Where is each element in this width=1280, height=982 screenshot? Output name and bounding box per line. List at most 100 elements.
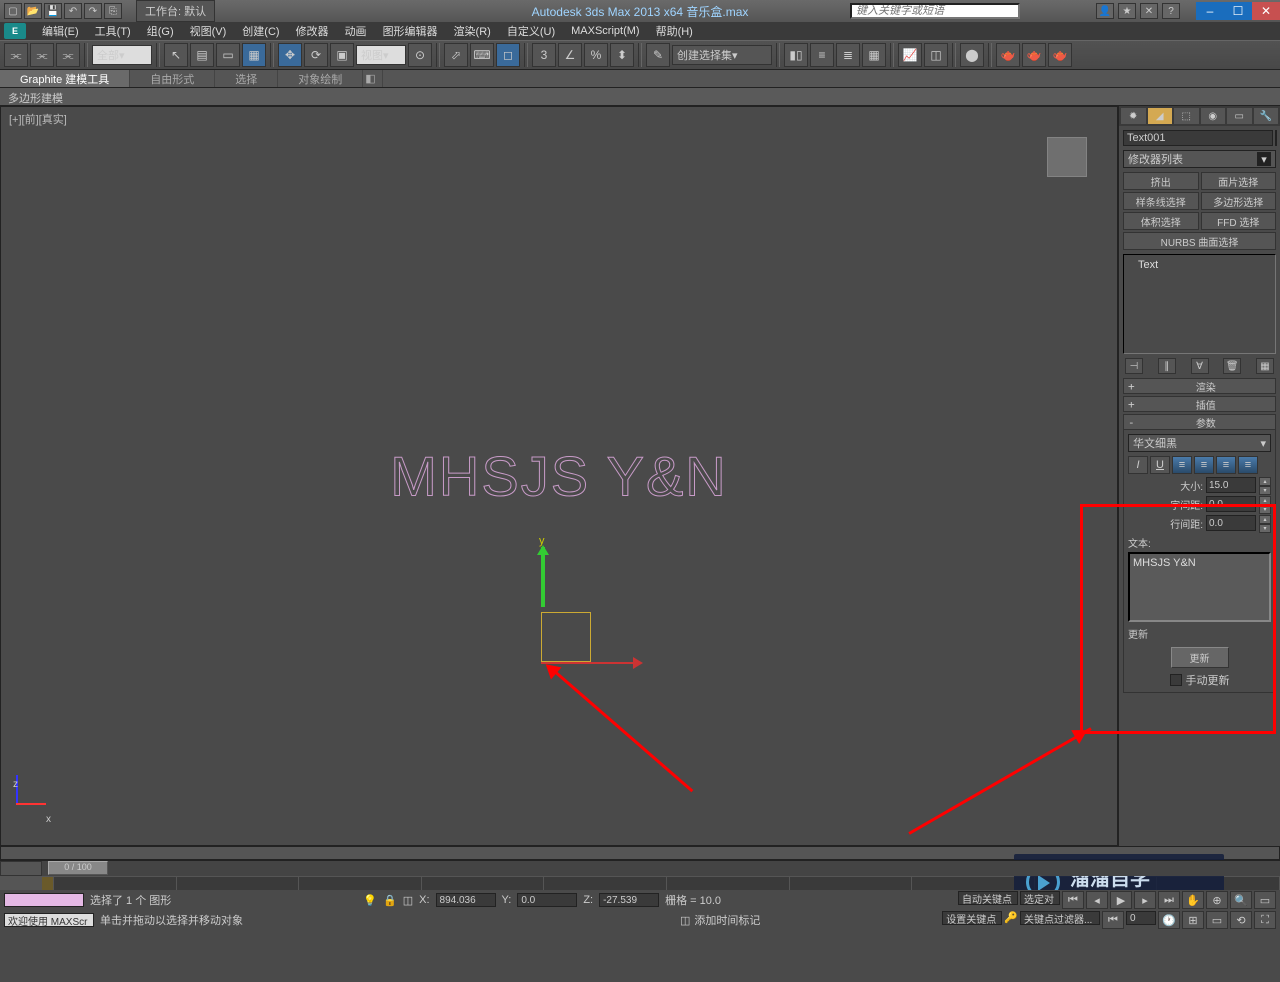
nav-orbit-icon[interactable]: ⟲ bbox=[1230, 911, 1252, 929]
modify-tab-icon[interactable]: ◢ bbox=[1148, 108, 1173, 124]
nav-zoom-ext-icon[interactable]: ⊞ bbox=[1182, 911, 1204, 929]
font-dropdown[interactable]: 华文细黑▾ bbox=[1128, 434, 1271, 452]
auto-key-button[interactable]: 自动关键点 bbox=[958, 891, 1018, 905]
rotate-tool-icon[interactable]: ⟳ bbox=[304, 43, 328, 67]
link-icon[interactable]: ⎘ bbox=[104, 3, 122, 19]
object-name-input[interactable] bbox=[1123, 130, 1273, 146]
next-frame-icon[interactable]: ▸ bbox=[1134, 891, 1156, 909]
menu-animation[interactable]: 动画 bbox=[337, 21, 375, 41]
menu-edit[interactable]: 编辑(E) bbox=[34, 21, 87, 41]
material-editor-icon[interactable]: ⬤ bbox=[960, 43, 984, 67]
prev-frame-icon[interactable]: ◂ bbox=[1086, 891, 1108, 909]
stack-item-text[interactable]: Text bbox=[1124, 255, 1275, 275]
redo-icon[interactable]: ↷ bbox=[84, 3, 102, 19]
key-filter-button[interactable]: 关键点过滤器... bbox=[1020, 911, 1100, 925]
schematic-icon[interactable]: ◫ bbox=[924, 43, 948, 67]
set-key-button[interactable]: 设置关键点 bbox=[942, 911, 1002, 925]
menu-maxscript[interactable]: MAXScript(M) bbox=[563, 23, 647, 39]
leading-spinner[interactable]: ▴▾ bbox=[1259, 515, 1271, 531]
help-icon[interactable]: ? bbox=[1162, 3, 1180, 19]
menu-modifiers[interactable]: 修改器 bbox=[288, 21, 337, 41]
nav-arc-icon[interactable]: ⊕ bbox=[1206, 891, 1228, 909]
manual-update-checkbox[interactable] bbox=[1170, 674, 1182, 686]
align-left-button[interactable]: ≡ bbox=[1172, 456, 1192, 474]
menu-views[interactable]: 视图(V) bbox=[182, 21, 235, 41]
viewport-front[interactable]: [+][前][真实] MHSJS Y&N y z x bbox=[0, 106, 1118, 846]
lock-sel-icon[interactable]: 🔒 bbox=[383, 894, 397, 907]
snap-toggle-icon[interactable]: ◻ bbox=[496, 43, 520, 67]
leading-input[interactable]: 0.0 bbox=[1206, 515, 1256, 531]
open-icon[interactable]: 📂 bbox=[24, 3, 42, 19]
size-spinner[interactable]: ▴▾ bbox=[1259, 477, 1271, 493]
kerning-input[interactable]: 0.0 bbox=[1206, 496, 1256, 512]
nav-max-icon[interactable]: ⛶ bbox=[1254, 911, 1276, 929]
selection-filter[interactable]: 全部▾ bbox=[92, 45, 152, 65]
render-setup-icon[interactable]: 🫖 bbox=[996, 43, 1020, 67]
italic-button[interactable]: I bbox=[1128, 456, 1148, 474]
search-input[interactable] bbox=[850, 3, 1020, 19]
key-mode-icon[interactable]: 🔑 bbox=[1004, 911, 1018, 929]
size-input[interactable]: 15.0 bbox=[1206, 477, 1256, 493]
time-config-icon[interactable]: 🕐 bbox=[1158, 911, 1180, 929]
select-tool-icon[interactable]: ↖ bbox=[164, 43, 188, 67]
goto-start-icon[interactable]: ⏮ bbox=[1062, 891, 1084, 909]
save-icon[interactable]: 💾 bbox=[44, 3, 62, 19]
menu-group[interactable]: 组(G) bbox=[139, 21, 182, 41]
graphite-icon[interactable]: ▦ bbox=[862, 43, 886, 67]
mod-spline-select[interactable]: 样条线选择 bbox=[1123, 192, 1199, 210]
display-tab-icon[interactable]: ▭ bbox=[1227, 108, 1252, 124]
menu-render[interactable]: 渲染(R) bbox=[446, 21, 499, 41]
named-sel-icon[interactable]: ✎ bbox=[646, 43, 670, 67]
time-slider-start[interactable] bbox=[0, 861, 42, 876]
update-button[interactable]: 更新 bbox=[1171, 647, 1229, 668]
signin-icon[interactable]: 👤 bbox=[1096, 3, 1114, 19]
modifier-stack[interactable]: Text bbox=[1123, 254, 1276, 354]
isolate-icon[interactable]: ◫ bbox=[680, 914, 690, 927]
window-crossing-icon[interactable]: ▦ bbox=[242, 43, 266, 67]
time-tag-button[interactable]: 添加时间标记 bbox=[694, 912, 760, 928]
pivot-icon[interactable]: ⊙ bbox=[408, 43, 432, 67]
gizmo-y-axis[interactable] bbox=[541, 547, 545, 607]
select-region-icon[interactable]: ▭ bbox=[216, 43, 240, 67]
unlink-tool-icon[interactable]: ⫘ bbox=[30, 43, 54, 67]
mod-nurbs[interactable]: NURBS 曲面选择 bbox=[1123, 232, 1276, 250]
mirror-icon[interactable]: ▮▯ bbox=[784, 43, 808, 67]
nav-region-icon[interactable]: ▭ bbox=[1206, 911, 1228, 929]
modifier-list-dropdown[interactable]: 修改器列表 ▾ bbox=[1123, 150, 1276, 168]
exchange-icon[interactable]: ✕ bbox=[1140, 3, 1158, 19]
ribbon-expand-icon[interactable]: ◧ bbox=[363, 70, 383, 87]
rollout-interp-header[interactable]: +插值 bbox=[1123, 396, 1276, 412]
remove-mod-icon[interactable]: 🗑 bbox=[1223, 358, 1241, 374]
dropdown-arrow-icon[interactable]: ▾ bbox=[1257, 152, 1271, 166]
workspace-selector[interactable]: 工作台: 默认 bbox=[136, 0, 215, 22]
script-listener[interactable] bbox=[4, 893, 84, 907]
menu-create[interactable]: 创建(C) bbox=[234, 21, 287, 41]
mod-poly-select[interactable]: 多边形选择 bbox=[1201, 192, 1277, 210]
goto-end-icon[interactable]: ⏭ bbox=[1158, 891, 1180, 909]
ref-coord-dropdown[interactable]: 视图▾ bbox=[356, 45, 406, 65]
minimize-button[interactable]: – bbox=[1196, 2, 1224, 20]
align-justify-button[interactable]: ≡ bbox=[1238, 456, 1258, 474]
move-tool-icon[interactable]: ✥ bbox=[278, 43, 302, 67]
spinner-snap-icon[interactable]: ⬍ bbox=[610, 43, 634, 67]
manipulate-icon[interactable]: ⬀ bbox=[444, 43, 468, 67]
ribbon-tab-selection[interactable]: 选择 bbox=[215, 70, 278, 87]
create-tab-icon[interactable]: ✹ bbox=[1121, 108, 1146, 124]
hierarchy-tab-icon[interactable]: ⬚ bbox=[1174, 108, 1199, 124]
time-slider-thumb[interactable]: 0 / 100 bbox=[48, 861, 108, 875]
motion-tab-icon[interactable]: ◉ bbox=[1201, 108, 1226, 124]
show-end-icon[interactable]: ∥ bbox=[1158, 358, 1176, 374]
percent-snap-icon[interactable]: % bbox=[584, 43, 608, 67]
unique-icon[interactable]: ∀ bbox=[1191, 358, 1209, 374]
menu-custom[interactable]: 自定义(U) bbox=[499, 21, 563, 41]
menu-graph[interactable]: 图形编辑器 bbox=[375, 21, 446, 41]
object-color-swatch[interactable] bbox=[1275, 130, 1277, 146]
mod-patch-select[interactable]: 面片选择 bbox=[1201, 172, 1277, 190]
menu-help[interactable]: 帮助(H) bbox=[648, 21, 701, 41]
configure-icon[interactable]: ▦ bbox=[1256, 358, 1274, 374]
nav-pan-icon[interactable]: ✋ bbox=[1182, 891, 1204, 909]
lock-icon[interactable]: 💡 bbox=[363, 894, 377, 907]
layers-icon[interactable]: ≣ bbox=[836, 43, 860, 67]
close-button[interactable]: ✕ bbox=[1252, 2, 1280, 20]
new-icon[interactable]: ▢ bbox=[4, 3, 22, 19]
